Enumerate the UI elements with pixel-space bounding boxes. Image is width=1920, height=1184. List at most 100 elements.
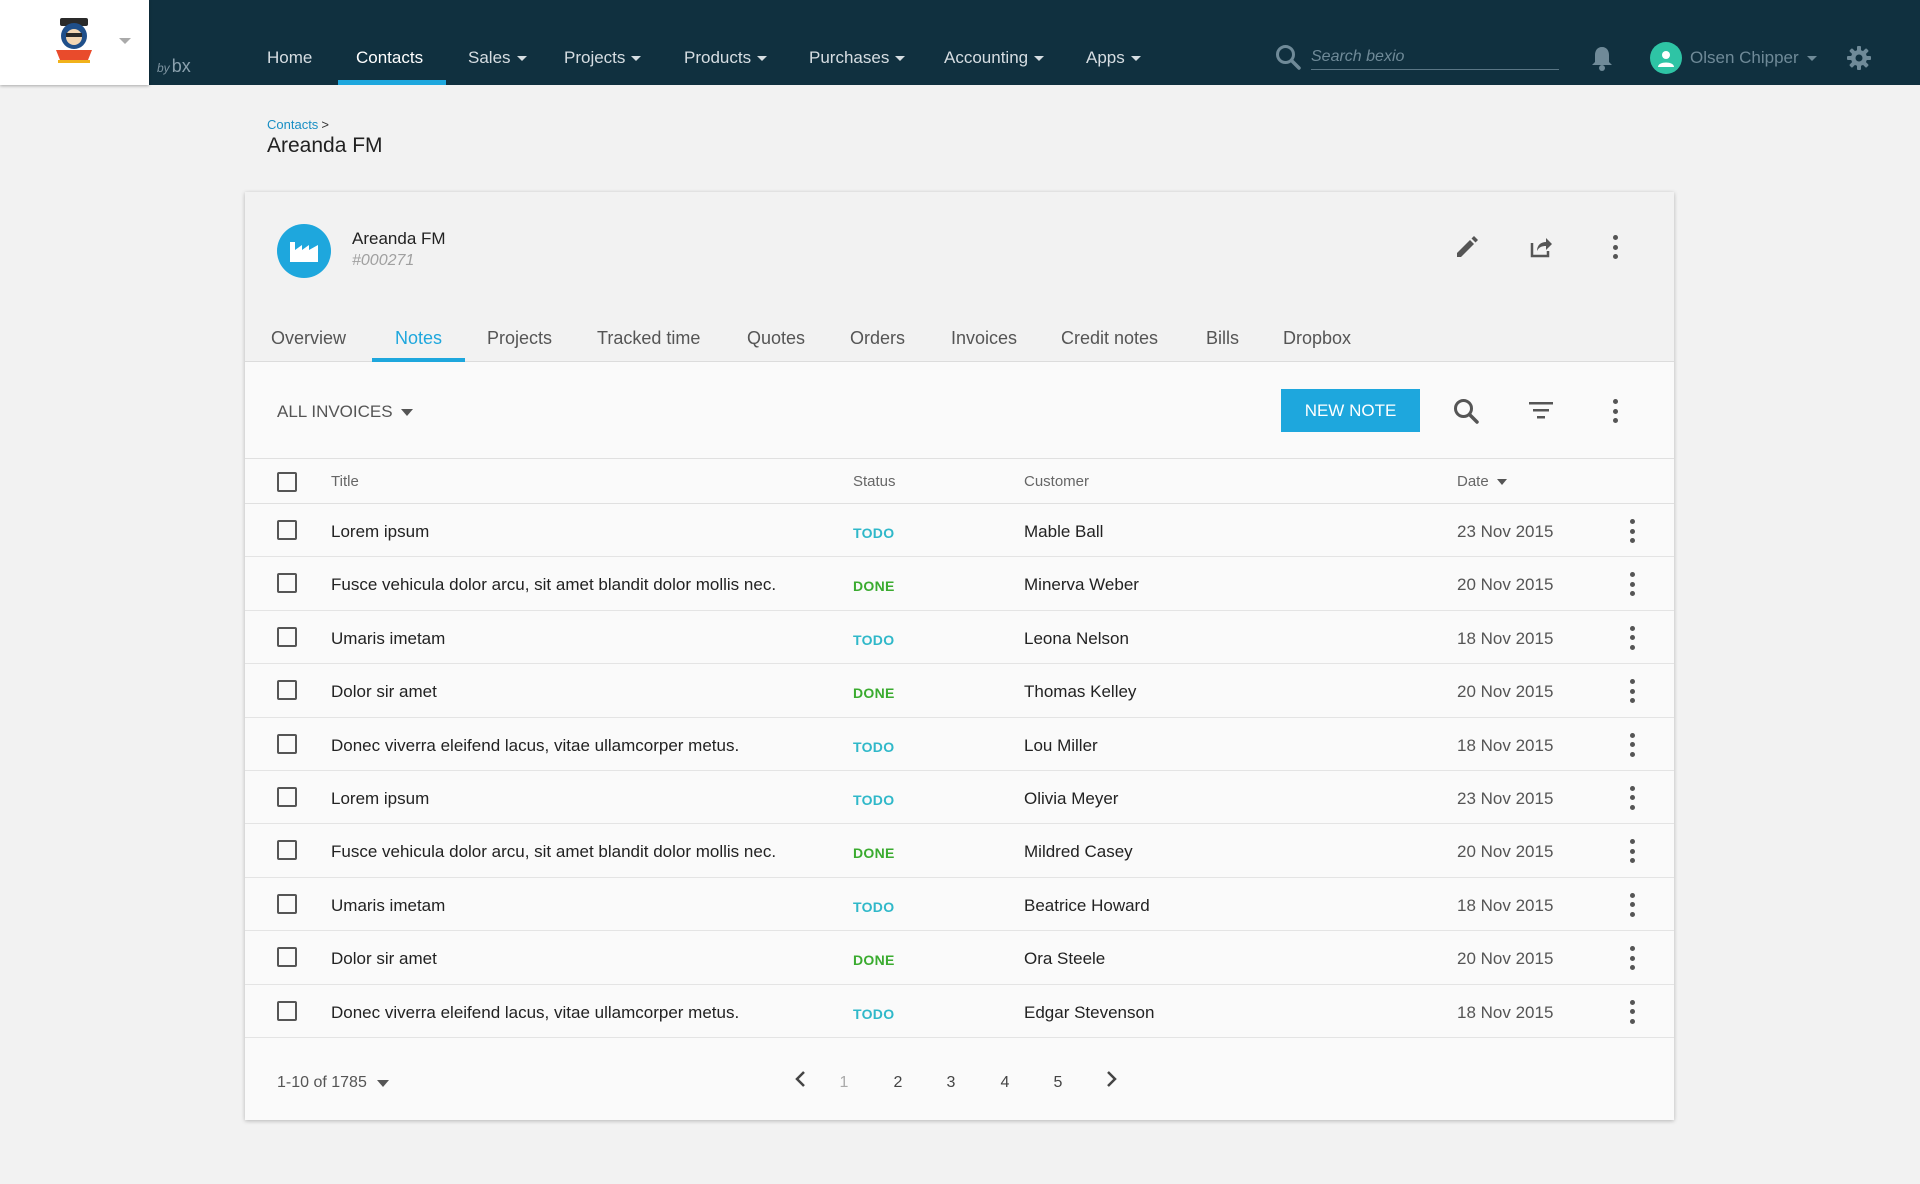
new-note-button[interactable]: NEW NOTE — [1281, 389, 1420, 432]
more-vertical-icon[interactable] — [1622, 732, 1642, 757]
row-customer: Mable Ball — [1024, 522, 1104, 541]
nav-products[interactable]: Products — [684, 48, 768, 68]
breadcrumb-contacts-link[interactable]: Contacts — [267, 117, 318, 132]
more-vertical-icon[interactable] — [1622, 519, 1642, 543]
row-checkbox[interactable] — [277, 626, 297, 647]
row-checkbox[interactable] — [277, 786, 297, 807]
row-customer: Lou Miller — [1024, 735, 1098, 755]
page-5-button[interactable]: 5 — [1048, 1074, 1068, 1092]
row-checkbox[interactable] — [277, 1000, 297, 1021]
share-icon[interactable] — [1528, 234, 1554, 260]
page-4-button[interactable]: 4 — [995, 1074, 1015, 1092]
nav-projects[interactable]: Projects — [564, 48, 642, 68]
tab-bills[interactable]: Bills — [1206, 328, 1239, 349]
row-customer: Edgar Stevenson — [1024, 1002, 1155, 1022]
more-vertical-icon[interactable] — [1622, 679, 1642, 704]
table-row[interactable]: Donec viverra eleifend lacus, vitae ulla… — [245, 718, 1674, 771]
nav-purchases[interactable]: Purchases — [809, 48, 906, 68]
tab-credit-notes[interactable]: Credit notes — [1061, 328, 1158, 349]
tab-orders[interactable]: Orders — [850, 328, 905, 349]
table-row[interactable]: Dolor sir amet DONE Ora Steele 20 Nov 20… — [245, 931, 1674, 985]
brand-switcher-caret-icon[interactable] — [119, 38, 131, 44]
more-vertical-icon[interactable] — [1622, 625, 1642, 650]
column-customer[interactable]: Customer — [1024, 473, 1089, 490]
chevron-down-icon — [516, 55, 527, 61]
more-vertical-icon[interactable] — [1622, 839, 1642, 864]
tab-projects[interactable]: Projects — [487, 328, 552, 349]
nav-active-indicator — [338, 80, 446, 85]
pencil-icon[interactable] — [1454, 234, 1480, 260]
table-row[interactable]: Dolor sir amet DONE Thomas Kelley 20 Nov… — [245, 664, 1674, 718]
search-icon[interactable] — [1453, 398, 1479, 424]
table-row[interactable]: Donec viverra eleifend lacus, vitae ulla… — [245, 985, 1674, 1038]
row-title: Umaris imetam — [331, 895, 446, 915]
page-1-button[interactable]: 1 — [834, 1074, 854, 1092]
nav-contacts[interactable]: Contacts — [356, 48, 423, 68]
nav-apps[interactable]: Apps — [1086, 48, 1141, 68]
nav-sales[interactable]: Sales — [468, 48, 527, 68]
row-title: Donec viverra eleifend lacus, vitae ulla… — [331, 735, 740, 755]
more-vertical-icon[interactable] — [1622, 572, 1642, 597]
page-3-button[interactable]: 3 — [941, 1074, 961, 1092]
column-date[interactable]: Date — [1457, 473, 1507, 490]
contact-number: #000271 — [352, 252, 415, 269]
column-title[interactable]: Title — [331, 473, 359, 490]
filter-icon[interactable] — [1528, 400, 1554, 420]
tab-quotes[interactable]: Quotes — [747, 328, 805, 349]
more-vertical-icon[interactable] — [1622, 892, 1642, 917]
row-checkbox[interactable] — [277, 573, 297, 594]
chevron-down-icon — [1034, 55, 1045, 61]
row-checkbox[interactable] — [277, 520, 297, 540]
more-vertical-icon[interactable] — [1605, 399, 1625, 423]
row-checkbox[interactable] — [277, 733, 297, 754]
row-checkbox[interactable] — [277, 947, 297, 968]
table-row[interactable]: Fusce vehicula dolor arcu, sit amet blan… — [245, 824, 1674, 878]
row-customer: Ora Steele — [1024, 949, 1106, 969]
chevron-down-icon — [631, 55, 642, 61]
nav-home[interactable]: Home — [267, 48, 312, 68]
more-vertical-icon[interactable] — [1622, 946, 1642, 971]
active-tab-indicator — [372, 358, 465, 362]
tab-dropbox[interactable]: Dropbox — [1283, 328, 1351, 349]
chevron-right-icon[interactable] — [1101, 1065, 1121, 1093]
row-date: 20 Nov 2015 — [1457, 842, 1554, 862]
row-customer: Olivia Meyer — [1024, 788, 1119, 808]
user-menu[interactable]: Olsen Chipper — [1650, 42, 1817, 74]
select-all-checkbox[interactable] — [277, 472, 297, 492]
table-row[interactable]: Umaris imetam TODO Leona Nelson 18 Nov 2… — [245, 611, 1674, 665]
column-status[interactable]: Status — [853, 473, 896, 490]
search-input[interactable] — [1311, 44, 1559, 70]
row-checkbox[interactable] — [277, 680, 297, 701]
invoice-filter-dropdown[interactable]: ALL INVOICES — [277, 402, 413, 422]
table-row[interactable]: Lorem ipsum TODO Olivia Meyer 23 Nov 201… — [245, 771, 1674, 825]
brand-logo-switcher[interactable] — [0, 0, 149, 85]
sort-desc-icon — [1496, 478, 1507, 485]
table-row[interactable]: Lorem ipsum TODO Mable Ball 23 Nov 2015 — [245, 504, 1674, 558]
contact-card: Areanda FM #000271 Overview Notes Projec… — [245, 192, 1674, 1120]
more-vertical-icon[interactable] — [1622, 785, 1642, 810]
row-title: Fusce vehicula dolor arcu, sit amet blan… — [331, 842, 777, 862]
tab-tracked-time[interactable]: Tracked time — [597, 328, 700, 349]
row-checkbox[interactable] — [277, 840, 297, 861]
row-customer: Thomas Kelley — [1024, 682, 1137, 702]
more-vertical-icon[interactable] — [1605, 235, 1625, 259]
status-badge: DONE — [853, 578, 895, 595]
chevron-left-icon[interactable] — [791, 1065, 811, 1093]
row-date: 18 Nov 2015 — [1457, 628, 1554, 648]
tab-notes[interactable]: Notes — [395, 328, 442, 349]
table-row[interactable]: Fusce vehicula dolor arcu, sit amet blan… — [245, 557, 1674, 611]
status-badge: TODO — [853, 791, 895, 808]
row-date: 20 Nov 2015 — [1457, 949, 1554, 969]
row-checkbox[interactable] — [277, 893, 297, 914]
gear-icon[interactable] — [1846, 45, 1872, 71]
search-icon[interactable] — [1275, 44, 1301, 70]
tab-invoices[interactable]: Invoices — [951, 328, 1017, 349]
tab-overview[interactable]: Overview — [271, 328, 346, 349]
nav-accounting[interactable]: Accounting — [944, 48, 1045, 68]
more-vertical-icon[interactable] — [1622, 999, 1642, 1024]
page-size-dropdown[interactable]: 1-10 of 1785 — [277, 1074, 389, 1092]
bell-icon[interactable] — [1590, 45, 1614, 71]
page-2-button[interactable]: 2 — [888, 1074, 908, 1092]
row-title: Lorem ipsum — [331, 788, 430, 808]
table-row[interactable]: Umaris imetam TODO Beatrice Howard 18 No… — [245, 878, 1674, 932]
